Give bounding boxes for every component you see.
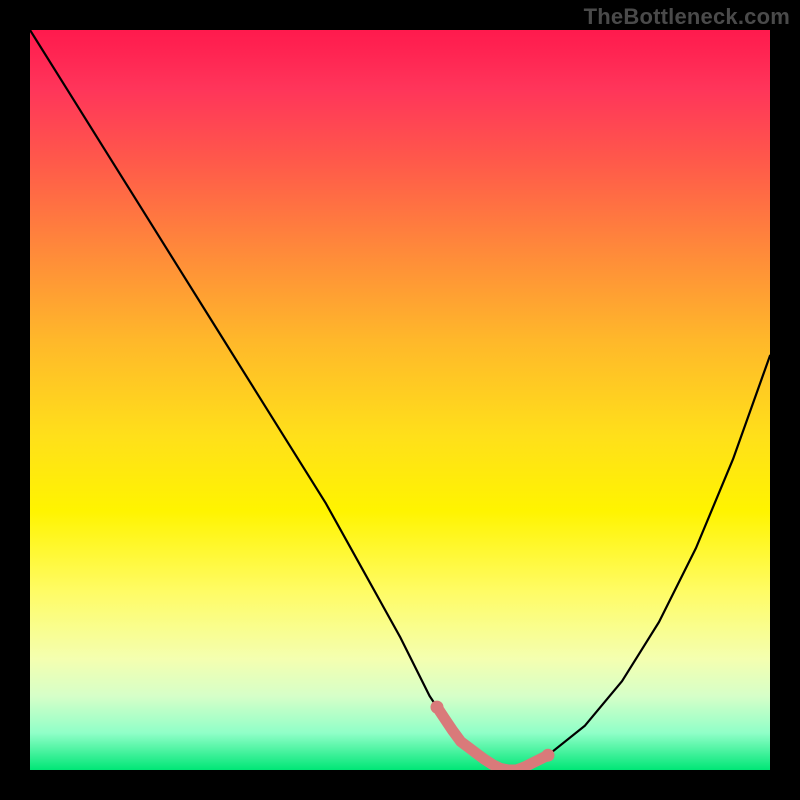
chart-series-group (30, 30, 770, 770)
highlight-segment (437, 707, 548, 770)
chart-frame: TheBottleneck.com (0, 0, 800, 800)
watermark-text: TheBottleneck.com (584, 4, 790, 30)
plot-area (30, 30, 770, 770)
highlight-cap-left (431, 701, 444, 714)
chart-svg (30, 30, 770, 770)
series-curve (30, 30, 770, 770)
highlight-cap-right (542, 749, 555, 762)
